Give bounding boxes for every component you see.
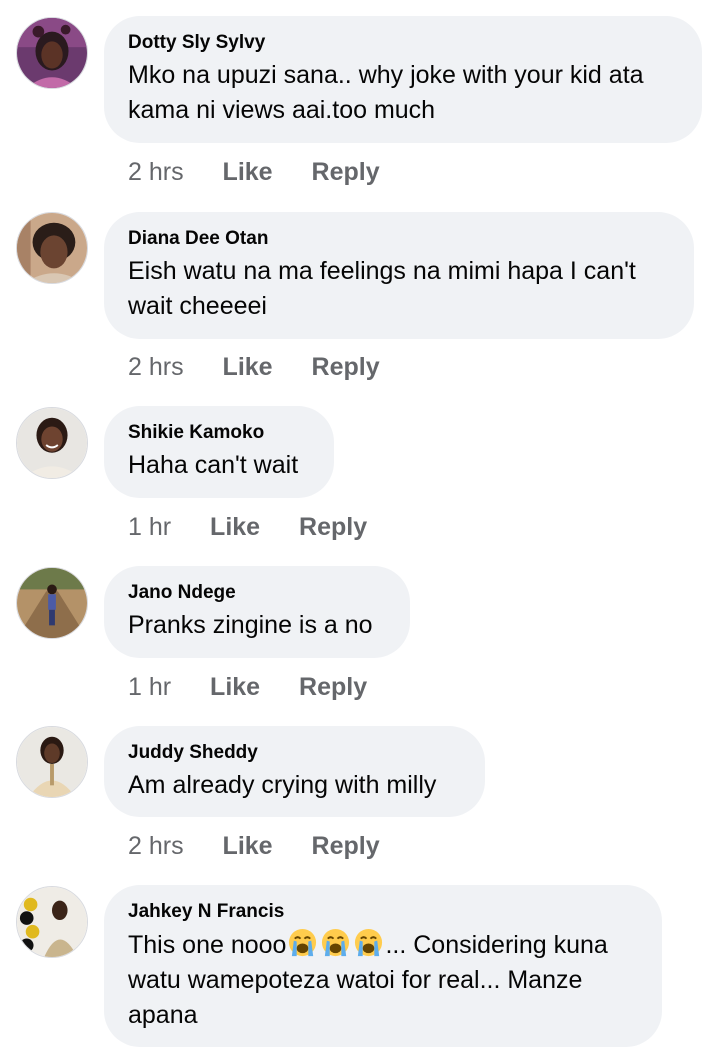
- reply-button[interactable]: Reply: [299, 512, 367, 542]
- comment-actions: 2 hrs Like Reply: [128, 352, 380, 382]
- comment-author[interactable]: Diana Dee Otan: [128, 227, 670, 251]
- avatar[interactable]: [16, 17, 88, 89]
- loudly-crying-face-icon: [353, 927, 384, 958]
- comment-author[interactable]: Shikie Kamoko: [128, 421, 310, 445]
- avatar[interactable]: [16, 726, 88, 798]
- comment-text: Haha can't wait: [128, 451, 299, 479]
- profile-photo-dotty: [17, 18, 87, 88]
- comment-text: Pranks zingine is a no: [128, 611, 373, 639]
- avatar[interactable]: [16, 212, 88, 284]
- comment-text-start: This one nooo: [128, 931, 287, 959]
- comment-timestamp[interactable]: 1 hr: [128, 672, 171, 702]
- comment-bubble: Shikie Kamoko Haha can't wait: [104, 406, 334, 498]
- comment-text: Eish watu na ma feelings na mimi hapa I …: [128, 257, 636, 320]
- comment-text: This one nooo... Considering kuna watu w…: [128, 927, 638, 1033]
- comment-author[interactable]: Juddy Sheddy: [128, 741, 461, 765]
- like-button[interactable]: Like: [223, 831, 273, 861]
- loudly-crying-face-icon: [320, 927, 351, 958]
- reply-button[interactable]: Reply: [299, 672, 367, 702]
- loudly-crying-face-icon: [287, 927, 318, 958]
- comment-actions: 1 hr Like Reply: [128, 672, 367, 702]
- comment-bubble: Dotty Sly Sylvy Mko na upuzi sana.. why …: [104, 16, 702, 143]
- like-button[interactable]: Like: [223, 157, 273, 187]
- comment-author[interactable]: Jano Ndege: [128, 581, 386, 605]
- comment-timestamp[interactable]: 2 hrs: [128, 831, 184, 861]
- avatar[interactable]: [16, 567, 88, 639]
- comment-bubble: Jahkey N Francis This one nooo... Consid…: [104, 885, 662, 1047]
- profile-photo-jahkey: [17, 887, 87, 957]
- comment-text: Am already crying with milly: [128, 771, 437, 799]
- profile-photo-juddy: [17, 727, 87, 797]
- reply-button[interactable]: Reply: [312, 831, 380, 861]
- comment-timestamp[interactable]: 2 hrs: [128, 352, 184, 382]
- comment-author[interactable]: Dotty Sly Sylvy: [128, 31, 678, 55]
- avatar[interactable]: [16, 886, 88, 958]
- like-button[interactable]: Like: [210, 672, 260, 702]
- comment-text: Mko na upuzi sana.. why joke with your k…: [128, 61, 644, 124]
- profile-photo-diana: [17, 213, 87, 283]
- comment-timestamp[interactable]: 2 hrs: [128, 157, 184, 187]
- comment-timestamp[interactable]: 1 hr: [128, 512, 171, 542]
- profile-photo-shikie: [17, 408, 87, 478]
- like-button[interactable]: Like: [210, 512, 260, 542]
- like-button[interactable]: Like: [223, 352, 273, 382]
- comment-actions: 1 hr Like Reply: [128, 512, 367, 542]
- comment-actions: 2 hrs Like Reply: [128, 831, 380, 861]
- reply-button[interactable]: Reply: [312, 352, 380, 382]
- reply-button[interactable]: Reply: [312, 157, 380, 187]
- avatar[interactable]: [16, 407, 88, 479]
- comment-bubble: Diana Dee Otan Eish watu na ma feelings …: [104, 212, 694, 339]
- profile-photo-jano: [17, 568, 87, 638]
- comment-author[interactable]: Jahkey N Francis: [128, 900, 638, 924]
- comment-actions: 2 hrs Like Reply: [128, 157, 380, 187]
- comment-bubble: Jano Ndege Pranks zingine is a no: [104, 566, 410, 658]
- comment-bubble: Juddy Sheddy Am already crying with mill…: [104, 726, 485, 817]
